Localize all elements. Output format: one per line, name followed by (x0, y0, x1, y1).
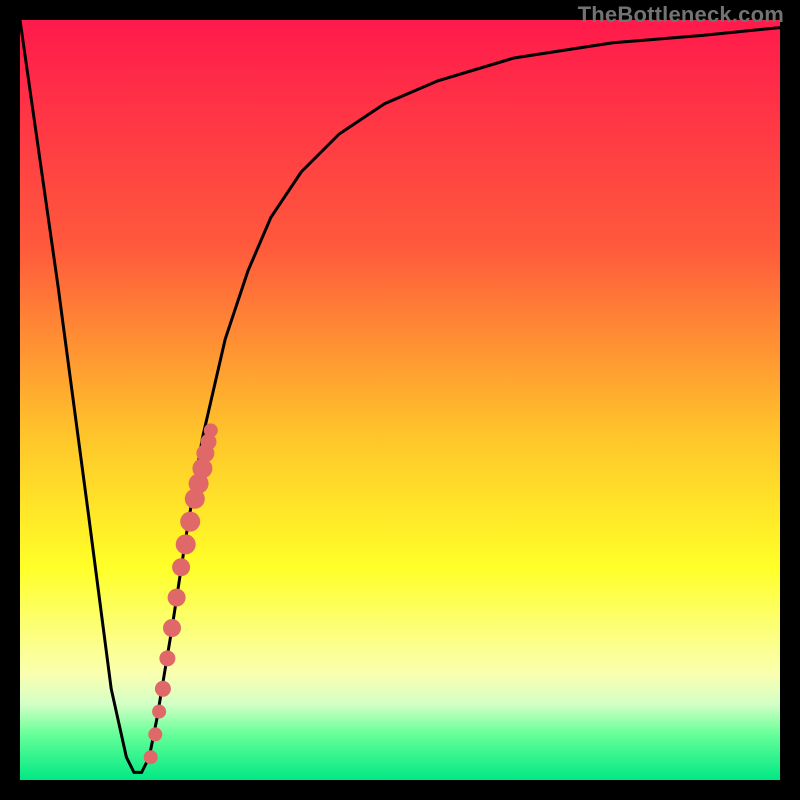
marker-dot (176, 534, 196, 554)
marker-dot (155, 681, 171, 697)
chart-plot (20, 20, 780, 780)
marker-dot (148, 727, 162, 741)
marker-dot (168, 589, 186, 607)
marker-dot (152, 705, 166, 719)
marker-dot (144, 750, 158, 764)
watermark-label: TheBottleneck.com (578, 2, 784, 28)
marker-dot (159, 650, 175, 666)
marker-dot (163, 619, 181, 637)
chart-frame: TheBottleneck.com (0, 0, 800, 800)
gradient-background (20, 20, 780, 780)
marker-dot (172, 558, 190, 576)
marker-dot (180, 512, 200, 532)
marker-dot (204, 423, 218, 437)
